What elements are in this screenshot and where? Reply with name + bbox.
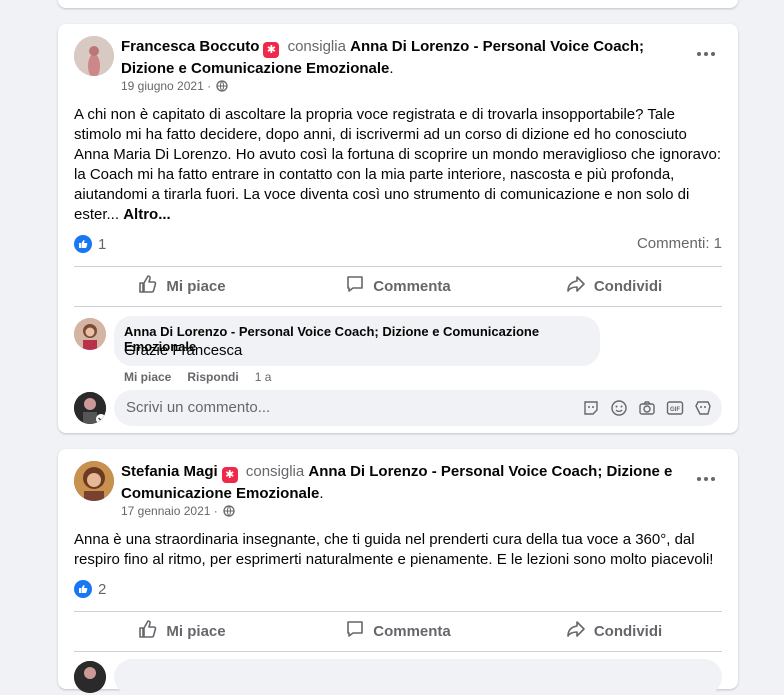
post-actions: Mi piace Commenta Condividi <box>74 613 722 649</box>
comment-icon <box>345 274 365 298</box>
like-button[interactable]: Mi piace <box>74 613 290 649</box>
like-count: 1 <box>98 235 107 253</box>
post-date[interactable]: 17 gennaio 2021 · <box>121 504 218 518</box>
divider <box>74 611 722 612</box>
like-icon <box>74 235 92 253</box>
globe-icon <box>223 505 235 520</box>
reply-meta: Mi piace Rispondi 1 a <box>124 370 271 384</box>
post-text: A chi non è capitato di ascoltare la pro… <box>74 106 722 223</box>
like-label: Mi piace <box>166 277 226 295</box>
comment-icon <box>345 619 365 643</box>
share-label: Condividi <box>593 622 663 640</box>
comment-input[interactable] <box>114 659 722 695</box>
post-date-row: 19 giugno 2021 · <box>121 79 229 95</box>
emoji-icon[interactable] <box>610 399 628 417</box>
sticker-icon[interactable] <box>582 399 600 417</box>
divider <box>74 266 722 267</box>
reply-time[interactable]: 1 a <box>255 370 272 384</box>
post-verb: consiglia <box>245 463 305 480</box>
reply-bubble: Anna Di Lorenzo - Personal Voice Coach; … <box>114 316 600 366</box>
reply-like-link[interactable]: Mi piace <box>124 370 171 384</box>
globe-icon <box>216 80 229 95</box>
recommendation-post: Stefania Magi ✱ consiglia Anna Di Lorenzo… <box>58 449 738 695</box>
comment-input-icons: GIF <box>582 399 712 417</box>
comment-button[interactable]: Commenta <box>290 268 506 304</box>
post-date-row: 17 gennaio 2021 · <box>121 504 235 520</box>
more-icon[interactable] <box>692 469 720 489</box>
avatar-sticker-icon[interactable] <box>694 399 712 417</box>
share-icon <box>566 619 586 643</box>
comment-count[interactable]: Commenti: 1 <box>637 235 722 252</box>
more-icon[interactable] <box>692 44 720 64</box>
comment-placeholder: Scrivi un commento... <box>126 399 271 416</box>
recommendation-post: Francesca Boccuto ✱ consiglia Anna Di Lor… <box>58 24 738 433</box>
header-period: . <box>389 60 394 77</box>
like-count: 2 <box>98 580 107 598</box>
post-body: A chi non è capitato di ascoltare la pro… <box>74 105 724 225</box>
author-name[interactable]: Stefania Magi <box>121 463 218 480</box>
post-header: Stefania Magi ✱ consiglia Anna Di Lorenzo… <box>121 461 681 504</box>
share-button[interactable]: Condividi <box>506 268 722 304</box>
author-name[interactable]: Francesca Boccuto <box>121 38 259 55</box>
previous-post-card <box>58 0 738 8</box>
camera-icon[interactable] <box>638 399 656 417</box>
divider <box>74 651 722 652</box>
reactions-summary[interactable]: 1 <box>74 235 106 253</box>
like-icon <box>74 580 92 598</box>
post-body: Anna è una straordinaria insegnante, che… <box>74 530 724 570</box>
comment-input[interactable]: Scrivi un commento... GIF <box>114 390 722 426</box>
author-avatar[interactable] <box>74 461 114 501</box>
post-date[interactable]: 19 giugno 2021 · <box>121 79 211 93</box>
current-user-avatar[interactable] <box>74 661 106 693</box>
thumbs-up-icon <box>138 274 158 298</box>
svg-text:GIF: GIF <box>670 407 680 413</box>
share-button[interactable]: Condividi <box>506 613 722 649</box>
thumbs-up-icon <box>138 619 158 643</box>
recommend-badge-icon: ✱ <box>263 42 280 58</box>
comment-label: Commenta <box>373 622 451 640</box>
current-user-avatar[interactable] <box>74 392 106 424</box>
post-text: Anna è una straordinaria insegnante, che… <box>74 531 714 568</box>
reactions-summary[interactable]: 2 <box>74 580 106 598</box>
share-icon <box>566 274 586 298</box>
comment-label: Commenta <box>373 277 451 295</box>
like-label: Mi piace <box>166 622 226 640</box>
divider <box>74 306 722 307</box>
reply-text: Grazie Francesca <box>124 342 243 359</box>
author-avatar[interactable] <box>74 36 114 76</box>
comment-button[interactable]: Commenta <box>290 613 506 649</box>
post-verb: consiglia <box>287 38 346 55</box>
post-actions: Mi piace Commenta Condividi <box>74 268 722 304</box>
gif-icon[interactable]: GIF <box>666 399 684 417</box>
like-button[interactable]: Mi piace <box>74 268 290 304</box>
share-label: Condividi <box>593 277 663 295</box>
reply-reply-link[interactable]: Rispondi <box>187 370 238 384</box>
reply-avatar[interactable] <box>74 318 106 350</box>
recommend-badge-icon: ✱ <box>221 467 238 483</box>
see-more-link[interactable]: Altro... <box>123 206 171 223</box>
header-period: . <box>319 485 324 502</box>
post-header: Francesca Boccuto ✱ consiglia Anna Di Lor… <box>121 36 681 79</box>
